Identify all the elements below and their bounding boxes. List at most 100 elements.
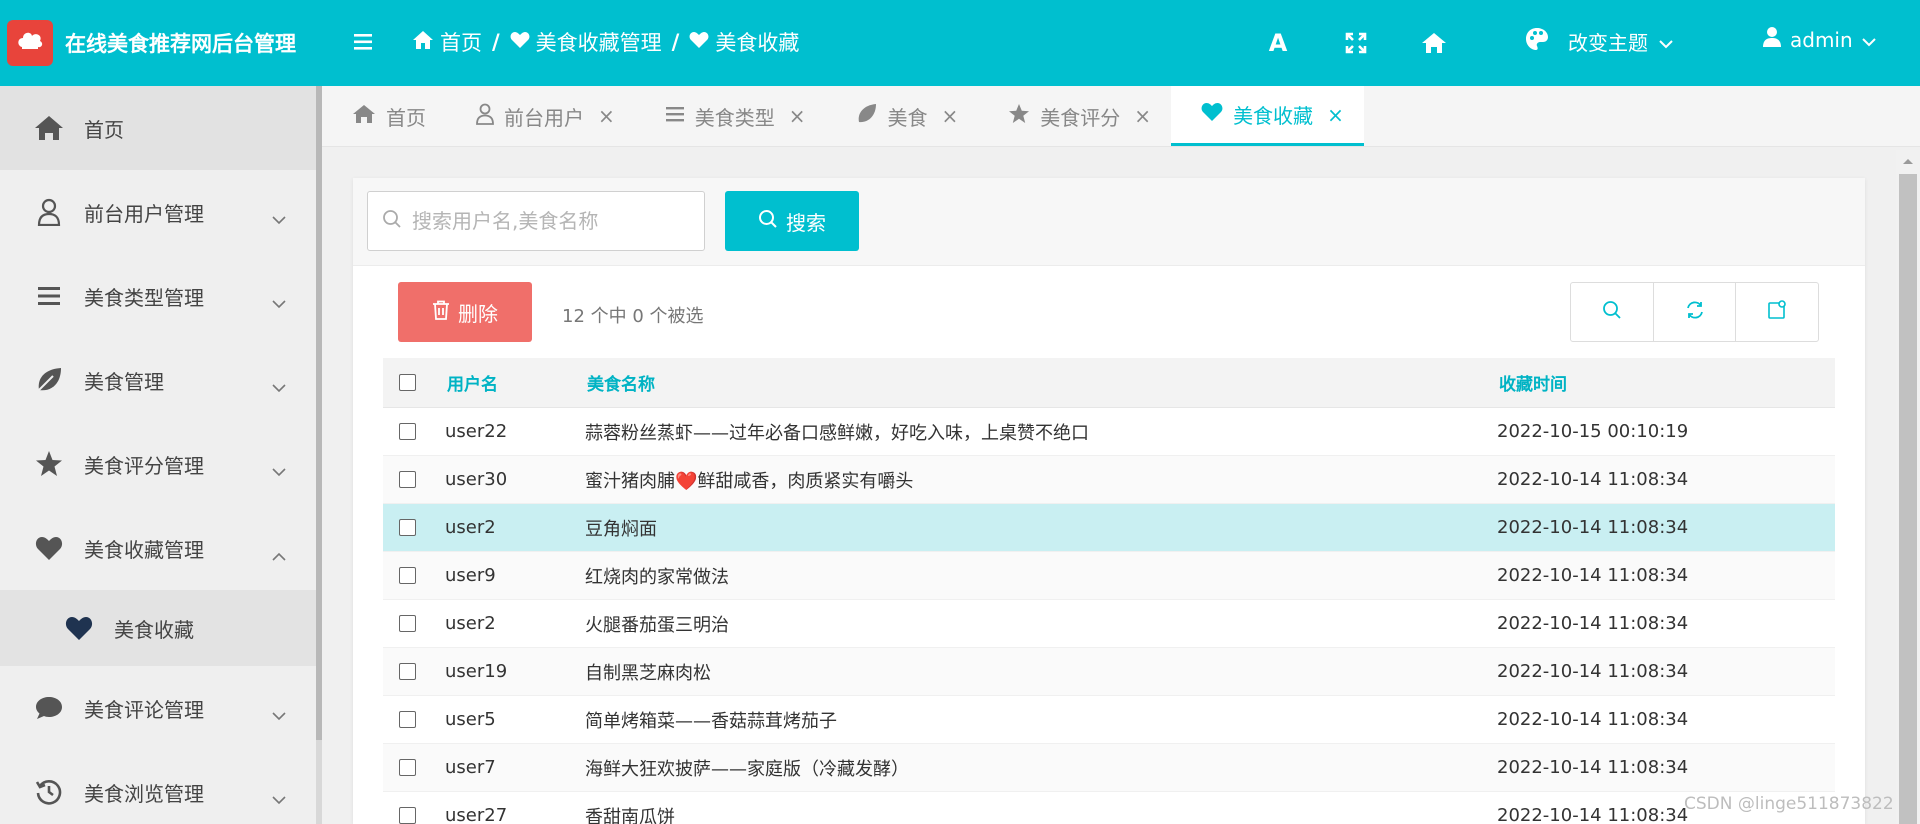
home-icon bbox=[34, 113, 64, 143]
close-icon[interactable]: × bbox=[1327, 103, 1344, 127]
row-checkbox[interactable] bbox=[383, 807, 431, 824]
sidebar-scrollbar[interactable] bbox=[316, 86, 322, 740]
table-row[interactable]: user30 蜜汁猪肉脯❤️鲜甜咸香，肉质紧实有嚼头 2022-10-14 11… bbox=[383, 456, 1835, 504]
sidebar-item-users[interactable]: 前台用户管理 bbox=[0, 170, 316, 254]
table-row[interactable]: user27 香甜南瓜饼 2022-10-14 11:08:34 bbox=[383, 792, 1835, 824]
sidebar: 首页 前台用户管理 美食类型管理 美食管理 美食评分管理 美食收藏管理 美食收藏… bbox=[0, 86, 316, 824]
table-row[interactable]: user22 蒜蓉粉丝蒸虾——过年必备口感鲜嫩，好吃入味，上桌赞不绝口 2022… bbox=[383, 408, 1835, 456]
main-scrollbar[interactable] bbox=[1896, 150, 1920, 824]
watermark: CSDN @linge511873822 bbox=[1684, 794, 1894, 814]
chevron-down-icon bbox=[1861, 28, 1877, 52]
search-button[interactable]: 搜索 bbox=[725, 191, 859, 251]
column-header-user[interactable]: 用户名 bbox=[431, 370, 569, 395]
close-icon[interactable]: × bbox=[1134, 104, 1151, 128]
table-row[interactable]: user2 豆角焖面 2022-10-14 11:08:34 bbox=[383, 504, 1835, 552]
font-size-icon[interactable]: A bbox=[1265, 29, 1291, 57]
table-row[interactable]: user9 红烧肉的家常做法 2022-10-14 11:08:34 bbox=[383, 552, 1835, 600]
selection-info: 12 个中 0 个被选 bbox=[562, 306, 704, 327]
heart-icon bbox=[689, 30, 709, 54]
sidebar-item-ratings[interactable]: 美食评分管理 bbox=[0, 422, 316, 506]
columns-button[interactable] bbox=[1736, 283, 1818, 341]
search-input[interactable] bbox=[412, 209, 702, 233]
breadcrumb-home[interactable]: 首页 bbox=[412, 27, 482, 57]
heart-icon bbox=[1201, 102, 1223, 127]
breadcrumb-current: 美食收藏 bbox=[689, 27, 799, 57]
row-checkbox[interactable] bbox=[383, 423, 431, 440]
close-icon[interactable]: × bbox=[598, 104, 615, 128]
table-row[interactable]: user2 火腿番茄蛋三明治 2022-10-14 11:08:34 bbox=[383, 600, 1835, 648]
table-row[interactable]: user7 海鲜大狂欢披萨——家庭版（冷藏发酵） 2022-10-14 11:0… bbox=[383, 744, 1835, 792]
column-header-food[interactable]: 美食名称 bbox=[569, 370, 1491, 395]
search-area: 搜索 bbox=[353, 178, 1865, 266]
tab-home[interactable]: 首页 bbox=[322, 86, 446, 146]
chevron-down-icon bbox=[272, 786, 286, 810]
app-title: 在线美食推荐网后台管理 bbox=[65, 32, 296, 56]
chef-hat-icon bbox=[7, 20, 53, 66]
row-checkbox[interactable] bbox=[383, 663, 431, 680]
home-icon bbox=[412, 30, 434, 55]
palette-icon bbox=[1524, 26, 1550, 57]
table-row[interactable]: user5 简单烤箱菜——香菇蒜茸烤茄子 2022-10-14 11:08:34 bbox=[383, 696, 1835, 744]
user-icon bbox=[1762, 26, 1782, 53]
toggle-search-button[interactable] bbox=[1571, 283, 1654, 341]
heart-icon bbox=[64, 613, 94, 643]
sidebar-item-favorites[interactable]: 美食收藏管理 bbox=[0, 506, 316, 590]
user-icon bbox=[476, 103, 494, 130]
list-icon bbox=[665, 104, 685, 128]
sidebar-subitem-favorites[interactable]: 美食收藏 bbox=[0, 590, 316, 666]
home-icon[interactable] bbox=[1421, 30, 1447, 56]
search-icon bbox=[758, 209, 778, 234]
cell-time: 2022-10-14 11:08:34 bbox=[1497, 709, 1689, 730]
breadcrumb-collection-mgmt[interactable]: 美食收藏管理 bbox=[510, 27, 662, 57]
row-checkbox[interactable] bbox=[383, 567, 431, 584]
row-checkbox[interactable] bbox=[383, 711, 431, 728]
leaf-icon bbox=[34, 365, 64, 395]
theme-switch-button[interactable]: 改变主题 bbox=[1524, 26, 1674, 57]
search-icon bbox=[382, 209, 402, 234]
refresh-button[interactable] bbox=[1654, 283, 1737, 341]
row-checkbox[interactable] bbox=[383, 471, 431, 488]
breadcrumb: 首页 / 美食收藏管理 / 美食收藏 bbox=[412, 22, 799, 62]
table-row[interactable]: user19 自制黑芝麻肉松 2022-10-14 11:08:34 bbox=[383, 648, 1835, 696]
cell-food: 火腿番茄蛋三明治 bbox=[585, 614, 729, 636]
search-field[interactable] bbox=[367, 191, 705, 251]
logo-area: 在线美食推荐网后台管理 bbox=[0, 0, 315, 86]
breadcrumb-separator: / bbox=[671, 30, 680, 54]
fullscreen-icon[interactable] bbox=[1343, 30, 1369, 56]
select-all-checkbox[interactable] bbox=[383, 374, 431, 391]
cell-time: 2022-10-14 11:08:34 bbox=[1497, 565, 1689, 586]
row-checkbox[interactable] bbox=[383, 759, 431, 776]
cell-time: 2022-10-15 00:10:19 bbox=[1497, 421, 1689, 442]
search-icon bbox=[1602, 300, 1622, 325]
leaf-icon bbox=[856, 103, 878, 130]
tab-users[interactable]: 前台用户 × bbox=[446, 86, 635, 146]
user-menu-button[interactable]: admin bbox=[1762, 26, 1877, 53]
sidebar-item-foods[interactable]: 美食管理 bbox=[0, 338, 316, 422]
cell-user: user7 bbox=[445, 757, 496, 778]
cell-user: user2 bbox=[445, 517, 496, 538]
sidebar-item-food-types[interactable]: 美食类型管理 bbox=[0, 254, 316, 338]
menu-toggle-icon[interactable] bbox=[352, 30, 376, 54]
column-header-time[interactable]: 收藏时间 bbox=[1491, 370, 1835, 395]
cell-user: user2 bbox=[445, 613, 496, 634]
tab-ratings[interactable]: 美食评分 × bbox=[978, 86, 1171, 146]
tab-favorites[interactable]: 美食收藏 × bbox=[1171, 86, 1364, 146]
cell-user: user27 bbox=[445, 805, 508, 824]
star-icon bbox=[34, 449, 64, 479]
refresh-icon bbox=[1685, 300, 1705, 325]
cell-user: user22 bbox=[445, 421, 508, 442]
tab-food-types[interactable]: 美食类型 × bbox=[635, 86, 826, 146]
sidebar-item-comments[interactable]: 美食评论管理 bbox=[0, 666, 316, 750]
delete-button[interactable]: 删除 bbox=[398, 282, 532, 342]
close-icon[interactable]: × bbox=[789, 104, 806, 128]
tab-foods[interactable]: 美食 × bbox=[826, 86, 979, 146]
tabs-bar: 首页 前台用户 × 美食类型 × 美食 × 美食评分 × 美食收藏 × bbox=[322, 86, 1920, 147]
sidebar-item-browsing[interactable]: 美食浏览管理 bbox=[0, 750, 316, 824]
row-checkbox[interactable] bbox=[383, 615, 431, 632]
row-checkbox[interactable] bbox=[383, 519, 431, 536]
columns-icon bbox=[1767, 299, 1787, 325]
cell-time: 2022-10-14 11:08:34 bbox=[1497, 661, 1689, 682]
close-icon[interactable]: × bbox=[942, 104, 959, 128]
comment-icon bbox=[34, 693, 64, 723]
sidebar-item-home[interactable]: 首页 bbox=[0, 86, 316, 170]
